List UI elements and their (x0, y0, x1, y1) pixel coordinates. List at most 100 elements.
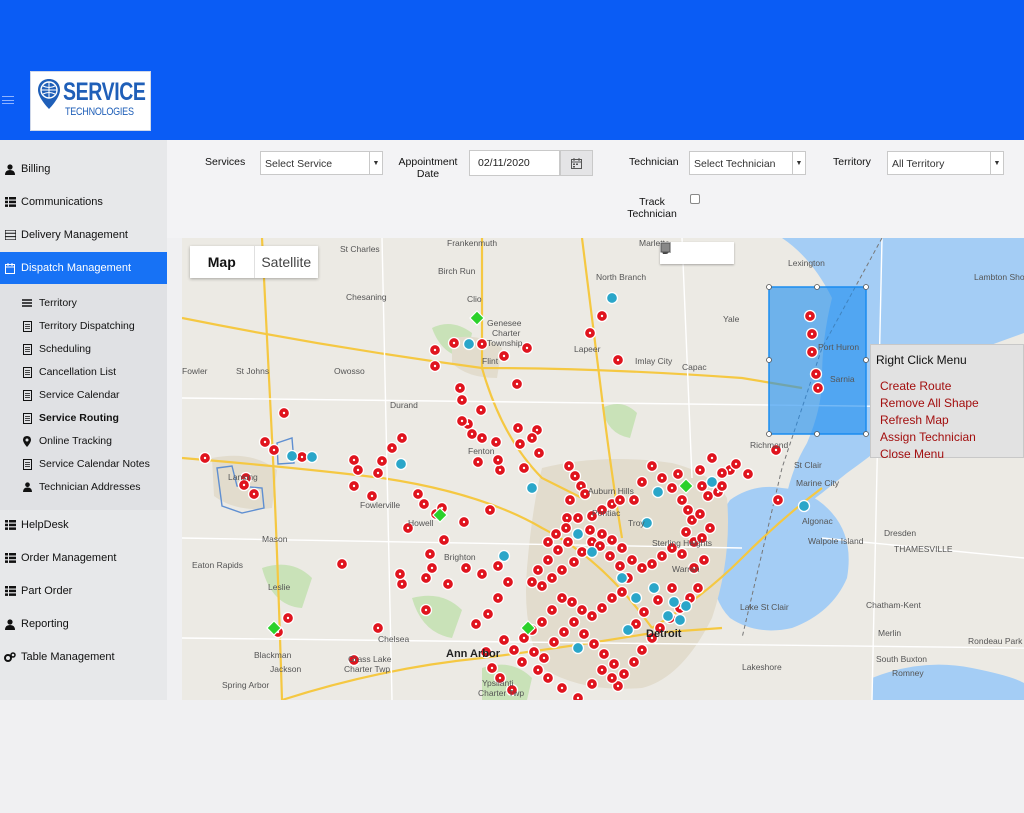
marker-dot (263, 440, 267, 444)
technician-marker[interactable] (679, 599, 693, 613)
submenu-item-territory-dispatching[interactable]: Territory Dispatching (22, 316, 135, 336)
sidebar-item-order-management[interactable]: Order Management (0, 542, 167, 574)
submenu-item-technician-addresses[interactable]: Technician Addresses (22, 477, 141, 497)
marker-dot (560, 686, 564, 690)
technician-marker[interactable] (647, 581, 661, 595)
technician-marker[interactable] (305, 450, 319, 464)
submenu-item-territory[interactable]: Territory (22, 293, 77, 313)
technician-marker[interactable] (285, 449, 299, 463)
assign-technician-menu-item[interactable]: Assign Technician (880, 430, 976, 444)
sidebar-item-label: Table Management (21, 651, 115, 663)
marker-dot (522, 466, 526, 470)
marker-dot (570, 600, 574, 604)
sidebar-item-label: Reporting (21, 618, 69, 630)
menu-toggle-icon[interactable] (2, 96, 14, 104)
map-label: South Buxton (876, 654, 928, 664)
sidebar-item-dispatch-management[interactable]: Dispatch Management (0, 252, 167, 284)
marker-dot (562, 630, 566, 634)
marker-dot (422, 502, 426, 506)
circle-icon[interactable] (660, 242, 695, 260)
appointment-date-input[interactable]: 02/11/2020 (469, 150, 560, 176)
marker-dot (286, 616, 290, 620)
sidebar-item-delivery-management[interactable]: Delivery Management (0, 219, 167, 251)
submenu-item-cancellation-list[interactable]: Cancellation List (22, 362, 116, 382)
marker-dot (460, 419, 464, 423)
map-type-map-button[interactable]: Map (190, 246, 255, 278)
map-label: St Charles (340, 244, 380, 254)
technician-marker[interactable] (629, 591, 643, 605)
services-select[interactable]: Select Service ▼ (260, 151, 383, 175)
polygon-icon[interactable] (660, 242, 713, 260)
submenu-item-service-calendar-notes[interactable]: Service Calendar Notes (22, 454, 150, 474)
marker-dot (430, 566, 434, 570)
technician-marker[interactable] (615, 571, 629, 585)
technician-marker[interactable] (605, 291, 619, 305)
territory-select[interactable]: All Territory ▼ (887, 151, 1004, 175)
submenu-item-service-routing[interactable]: Service Routing (22, 408, 119, 428)
technician-marker[interactable] (797, 499, 811, 513)
technician-select[interactable]: Select Technician ▼ (689, 151, 806, 175)
technician-marker[interactable] (462, 337, 476, 351)
submenu-item-service-calendar[interactable]: Service Calendar (22, 385, 120, 405)
map-label: THAMESVILLE (894, 544, 953, 554)
marker-dot (380, 459, 384, 463)
marker-dot (720, 471, 724, 475)
technician-marker[interactable] (621, 623, 635, 637)
technician-marker[interactable] (571, 527, 585, 541)
calendar-button[interactable] (560, 150, 593, 176)
rectangle-icon[interactable] (660, 242, 732, 260)
technician-marker[interactable] (525, 481, 539, 495)
marker-dot (203, 456, 207, 460)
sidebar-item-billing[interactable]: Billing (0, 153, 167, 185)
appointment-date-value: 02/11/2020 (478, 157, 530, 169)
sidebar-item-dashboard-partial[interactable] (0, 140, 70, 143)
marker-dot (592, 642, 596, 646)
map-type-satellite-button[interactable]: Satellite (255, 246, 319, 278)
routing-map[interactable]: St Charles Frankenmuth Marlette Lexingto… (182, 238, 1024, 700)
document-icon (22, 320, 32, 332)
technician-marker[interactable] (651, 485, 665, 499)
sidebar-item-helpdesk[interactable]: HelpDesk (0, 509, 167, 541)
technician-marker[interactable] (667, 595, 681, 609)
technician-marker[interactable] (705, 475, 719, 489)
technician-marker[interactable] (661, 609, 675, 623)
marker-dot (550, 608, 554, 612)
marker-dot (376, 471, 380, 475)
marker-dot (252, 492, 256, 496)
company-logo[interactable]: SERVICE TECHNOLOGIES (30, 71, 151, 131)
sidebar-item-table-management[interactable]: Table Management (0, 641, 167, 673)
map-label: Marine City (796, 478, 839, 488)
refresh-map-menu-item[interactable]: Refresh Map (880, 413, 949, 427)
drawing-toolbar (660, 242, 734, 264)
marker-dot (776, 498, 780, 502)
submenu-item-scheduling[interactable]: Scheduling (22, 339, 91, 359)
marker-dot (390, 446, 394, 450)
marker-dot (640, 648, 644, 652)
map-label: Jackson (270, 664, 302, 674)
create-route-menu-item[interactable]: Create Route (880, 379, 951, 393)
right-click-menu: Right Click Menu Create Route Remove All… (870, 344, 1024, 461)
marker-dot (612, 662, 616, 666)
sidebar-item-label: Billing (21, 163, 51, 175)
marker-dot (650, 562, 654, 566)
map-label: St Johns (236, 366, 270, 376)
technician-marker[interactable] (497, 549, 511, 563)
close-menu-menu-item[interactable]: Close Menu (880, 447, 944, 461)
marker-dot (670, 486, 674, 490)
marker-dot (600, 668, 604, 672)
sidebar-item-reporting[interactable]: Reporting (0, 608, 167, 640)
map-label: Sterling Heights (652, 538, 713, 548)
map-label: Romney (892, 668, 924, 678)
remove-all-shape-menu-item[interactable]: Remove All Shape (880, 396, 979, 410)
marker-dot (680, 498, 684, 502)
technician-marker[interactable] (394, 457, 408, 471)
sidebar-item-part-order[interactable]: Part Order (0, 575, 167, 607)
track-technician-checkbox[interactable] (690, 194, 700, 204)
technician-marker[interactable] (585, 545, 599, 559)
technician-marker[interactable] (571, 641, 585, 655)
submenu-item-online-tracking[interactable]: Online Tracking (22, 431, 112, 451)
submenu-item-label: Service Calendar (39, 389, 120, 401)
technician-marker[interactable] (673, 613, 687, 627)
sidebar-item-communications[interactable]: Communications (0, 186, 167, 218)
selection-rectangle[interactable] (768, 286, 867, 435)
